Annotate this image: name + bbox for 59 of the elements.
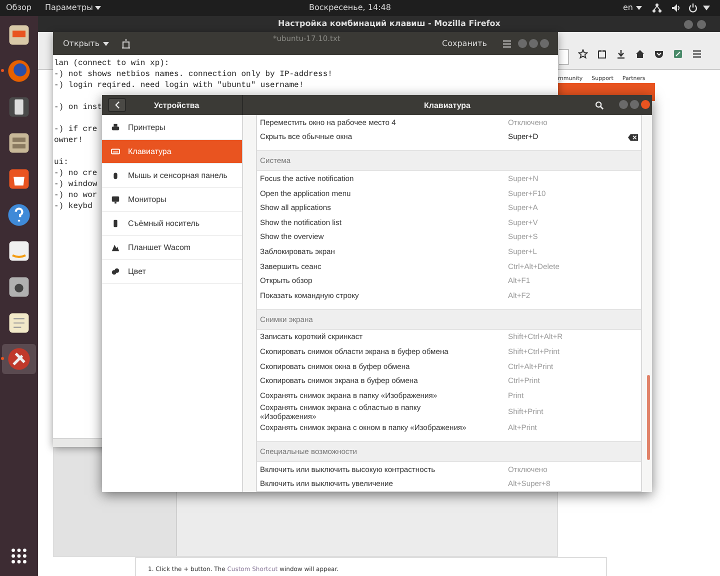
window-title: Настройка комбинаций клавиш - Mozilla Firefox bbox=[278, 19, 500, 29]
code-line: lan (connect to win xp): bbox=[54, 59, 170, 68]
pocket-icon[interactable] bbox=[654, 49, 664, 59]
save-button[interactable]: Сохранить bbox=[439, 37, 490, 51]
color-icon bbox=[111, 267, 120, 276]
search-icon bbox=[594, 100, 604, 110]
printer-icon bbox=[111, 123, 120, 132]
address-field[interactable] bbox=[559, 49, 569, 65]
clock[interactable]: Воскресенье, 14:48 bbox=[309, 3, 391, 13]
back-button[interactable] bbox=[108, 98, 126, 112]
page-title: Клавиатура bbox=[424, 100, 470, 110]
app-menu[interactable]: Параметры bbox=[45, 3, 101, 13]
tablet-icon bbox=[111, 243, 120, 252]
caret-icon[interactable] bbox=[703, 3, 710, 13]
code-line: -) window bbox=[54, 180, 98, 189]
dock-app-icon[interactable] bbox=[2, 344, 36, 374]
language-menu[interactable]: en bbox=[623, 3, 642, 13]
scrollbar[interactable] bbox=[647, 375, 650, 460]
code-line: -) keybd bbox=[54, 202, 92, 211]
sidebar-item[interactable]: Цвет bbox=[102, 260, 242, 284]
library-icon[interactable] bbox=[597, 49, 607, 59]
code-line: -) login reqired. need login with "ubuntu" username! bbox=[54, 81, 304, 90]
back-icon bbox=[114, 101, 120, 109]
menu-icon[interactable] bbox=[692, 49, 702, 59]
new-tab-icon[interactable] bbox=[121, 39, 131, 49]
reset-icon[interactable] bbox=[628, 134, 638, 141]
mouse-icon bbox=[111, 171, 120, 180]
extension-icon[interactable] bbox=[673, 49, 683, 59]
caret-icon bbox=[102, 42, 109, 46]
code-line: owner! bbox=[54, 136, 83, 145]
activities-button[interactable]: Обзор bbox=[6, 3, 32, 13]
close-button[interactable] bbox=[641, 100, 650, 109]
minimize-button[interactable] bbox=[684, 20, 693, 29]
caret-icon bbox=[636, 6, 642, 10]
sidebar-item[interactable]: Клавиатура bbox=[102, 140, 242, 164]
sidebar-item[interactable]: Мониторы bbox=[102, 188, 242, 212]
sidebar-item[interactable]: Съёмный носитель bbox=[102, 212, 242, 236]
sidebar-item[interactable]: Планшет Wacom bbox=[102, 236, 242, 260]
speaker-icon[interactable] bbox=[671, 3, 681, 13]
code-line: ui: bbox=[54, 158, 68, 167]
sidebar-item[interactable]: Мышь и сенсорная панель bbox=[102, 164, 242, 188]
panel-title: Устройства bbox=[154, 100, 200, 110]
app-grid-icon[interactable] bbox=[11, 548, 27, 564]
star-icon[interactable] bbox=[578, 49, 588, 59]
monitor-icon bbox=[111, 195, 120, 204]
home-icon[interactable] bbox=[635, 49, 645, 59]
maximize-button[interactable] bbox=[697, 20, 706, 29]
code-line: -) no wor bbox=[54, 191, 98, 200]
network-icon[interactable] bbox=[652, 3, 662, 13]
code-line: -) on inst bbox=[54, 103, 102, 112]
code-line: -) no cre bbox=[54, 169, 98, 178]
code-line: -) not shows netbios names. connection only by IP-address! bbox=[54, 70, 332, 79]
code-line: -) if cre bbox=[54, 125, 98, 134]
drive-icon bbox=[111, 219, 120, 228]
power-icon[interactable] bbox=[688, 3, 698, 13]
keyboard-icon bbox=[111, 147, 120, 156]
open-button[interactable]: Открыть bbox=[60, 37, 112, 51]
download-icon[interactable] bbox=[616, 49, 626, 59]
caret-icon bbox=[94, 6, 101, 10]
